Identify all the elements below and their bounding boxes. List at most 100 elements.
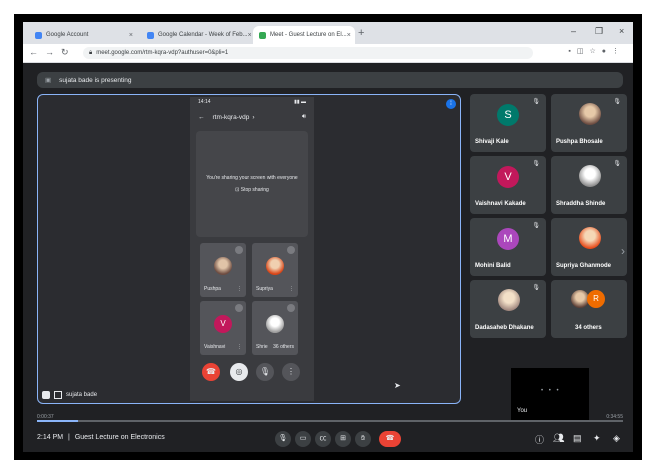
camera-toggle-button[interactable]: ▭ <box>295 431 311 447</box>
mic-icon <box>42 391 50 399</box>
new-tab-button[interactable]: + <box>358 27 364 39</box>
camera-off-button[interactable]: ◎ <box>230 363 248 381</box>
extension-icons[interactable]: ▪◫☆●⋮ <box>568 47 625 55</box>
avatar <box>579 103 601 125</box>
mic-button[interactable]: 🎙︎ <box>256 363 274 381</box>
meeting-title: Guest Lecture on Electronics <box>74 434 165 441</box>
participant-name: Supriya <box>256 286 273 292</box>
tab-label: Google Account <box>46 32 89 38</box>
more-options-icon[interactable]: ⋮ <box>289 286 294 292</box>
mic-off-icon: 🎙︎ <box>532 285 540 291</box>
participant-name: Dadasaheb Dhakane <box>475 325 534 331</box>
audio-indicator-icon: ⁞ <box>446 99 456 109</box>
stop-sharing-button[interactable]: ⊡ Stop sharing <box>196 187 308 193</box>
participant-name: Pushpa Bhosale <box>556 139 603 145</box>
chat-icon[interactable]: ▤ <box>573 433 582 444</box>
participant-name: Shrie <box>256 344 268 350</box>
loading-indicator: • • • <box>541 388 561 394</box>
lock-icon: 🔒︎ <box>89 49 93 56</box>
maximize-button[interactable]: ❐ <box>595 26 603 37</box>
others-count: 34 others <box>575 325 602 331</box>
phone-participant-tile[interactable]: Pushpa ⋮ <box>200 243 246 297</box>
mic-off-icon: 🎙︎ <box>613 99 621 105</box>
presentation-tile[interactable]: ⁞ 14:14 ▮▮ ▬ ← rtm-kqra-vdp › 🔊︎ You're … <box>37 94 461 404</box>
end-call-button[interactable]: ☎ <box>202 363 220 381</box>
mic-off-icon: 🎙︎ <box>613 161 621 167</box>
navigation-bar: ← → ↻ 🔒︎ meet.google.com/rtm-kqra-vdp?au… <box>23 44 633 63</box>
avatar <box>498 289 520 311</box>
participant-tile[interactable]: 🎙︎ M Mohini Balid <box>470 218 546 276</box>
participant-name: Pushpa <box>204 286 221 292</box>
participant-tile-others[interactable]: R 34 others <box>551 280 627 338</box>
participant-tile[interactable]: 🎙︎ S Shivaji Kale <box>470 94 546 152</box>
participant-tile[interactable]: 🎙︎ Shraddha Shinde <box>551 156 627 214</box>
address-bar[interactable]: 🔒︎ meet.google.com/rtm-kqra-vdp?authuser… <box>83 47 533 59</box>
more-options-button[interactable]: ⋮ <box>282 363 300 381</box>
avatar <box>266 315 284 333</box>
participant-name: Mohini Balid <box>475 263 511 269</box>
participant-name: Shraddha Shinde <box>556 201 606 207</box>
close-icon[interactable]: × <box>347 32 351 39</box>
chevron-right-icon[interactable]: › <box>621 244 625 258</box>
window-close-button[interactable]: × <box>619 26 624 36</box>
avatar <box>579 165 601 187</box>
meeting-info: 2:14 PM | Guest Lecture on Electronics <box>37 434 165 441</box>
self-label: You <box>517 408 528 414</box>
meeting-time: 2:14 PM <box>37 434 64 441</box>
leave-call-button[interactable]: ☎ <box>379 431 401 447</box>
tab-meet[interactable]: Meet - Guest Lecture on El... × <box>253 26 355 44</box>
reload-icon[interactable]: ↻ <box>61 47 69 58</box>
host-controls-icon[interactable]: ◈ <box>613 433 620 444</box>
presenter-name: sujata bade <box>66 392 98 398</box>
tab-google-calendar[interactable]: Google Calendar - Week of Feb... × <box>141 26 251 44</box>
phone-header: ← rtm-kqra-vdp › 🔊︎ <box>190 109 314 125</box>
phone-participant-tile[interactable]: Supriya ⋮ <box>252 243 298 297</box>
mic-off-icon: 🎙︎ <box>532 161 540 167</box>
back-arrow-icon[interactable]: ← <box>198 114 205 121</box>
avatar: V <box>214 315 232 333</box>
more-options-icon[interactable]: ⋮ <box>237 286 242 292</box>
meeting-controls-bar: 2:14 PM | Guest Lecture on Electronics 🎙… <box>23 426 633 452</box>
info-icon[interactable]: ⓘ <box>535 433 544 446</box>
chevron-right-icon: › <box>252 113 255 121</box>
participant-tile[interactable]: Supriya Ghanmode <box>551 218 627 276</box>
self-view-tile[interactable]: • • • You <box>511 368 589 420</box>
mic-off-icon <box>235 304 243 312</box>
phone-participant-tile[interactable]: Shrie 36 others <box>252 301 298 355</box>
participant-name: Vaishnavi Kakade <box>475 201 526 207</box>
meeting-separator: | <box>68 434 70 441</box>
mic-toggle-button[interactable]: 🎙︎ <box>275 431 291 447</box>
captions-button[interactable]: ㏄ <box>315 431 331 447</box>
screenshot-frame: Google Account × Google Calendar - Week … <box>14 14 642 460</box>
phone-participant-tile[interactable]: V Vaishnavi ⋮ <box>200 301 246 355</box>
participant-tile[interactable]: 🎙︎ V Vaishnavi Kakade <box>470 156 546 214</box>
back-arrow-icon[interactable]: ← <box>29 47 38 57</box>
phone-clock: 14:14 <box>198 99 211 105</box>
avatar <box>266 257 284 275</box>
avatar: V <box>497 166 519 188</box>
tab-strip: Google Account × Google Calendar - Week … <box>23 22 633 44</box>
speaker-icon[interactable]: 🔊︎ <box>302 113 306 121</box>
battery-icon: ▮▮ ▬ <box>294 99 306 105</box>
participant-tile[interactable]: 🎙︎ Dadasaheb Dhakane <box>470 280 546 338</box>
raise-hand-button[interactable]: ✋︎ <box>355 431 371 447</box>
video-progress-bar[interactable] <box>37 420 623 422</box>
people-icon[interactable]: 👥︎ <box>553 433 564 444</box>
stop-sharing-label: Stop sharing <box>240 187 269 193</box>
minimize-button[interactable]: – <box>571 26 576 36</box>
forward-arrow-icon[interactable]: → <box>45 47 54 57</box>
url-text: meet.google.com/rtm-kqra-vdp?authuser=0&… <box>96 50 229 56</box>
mic-off-icon <box>287 304 295 312</box>
present-now-button[interactable]: ⊞ <box>335 431 351 447</box>
participant-tile[interactable]: 🎙︎ Pushpa Bhosale <box>551 94 627 152</box>
close-icon[interactable]: × <box>129 32 133 39</box>
avatar <box>214 257 232 275</box>
activities-icon[interactable]: ✦ <box>593 433 601 444</box>
calendar-icon <box>147 31 154 39</box>
close-icon[interactable]: × <box>248 32 251 39</box>
mic-off-icon <box>287 246 295 254</box>
more-options-icon[interactable]: ⋮ <box>237 344 242 350</box>
tab-google-account[interactable]: Google Account × <box>29 26 139 44</box>
mouse-cursor-icon: ➤ <box>394 381 401 390</box>
present-icon <box>54 391 62 399</box>
